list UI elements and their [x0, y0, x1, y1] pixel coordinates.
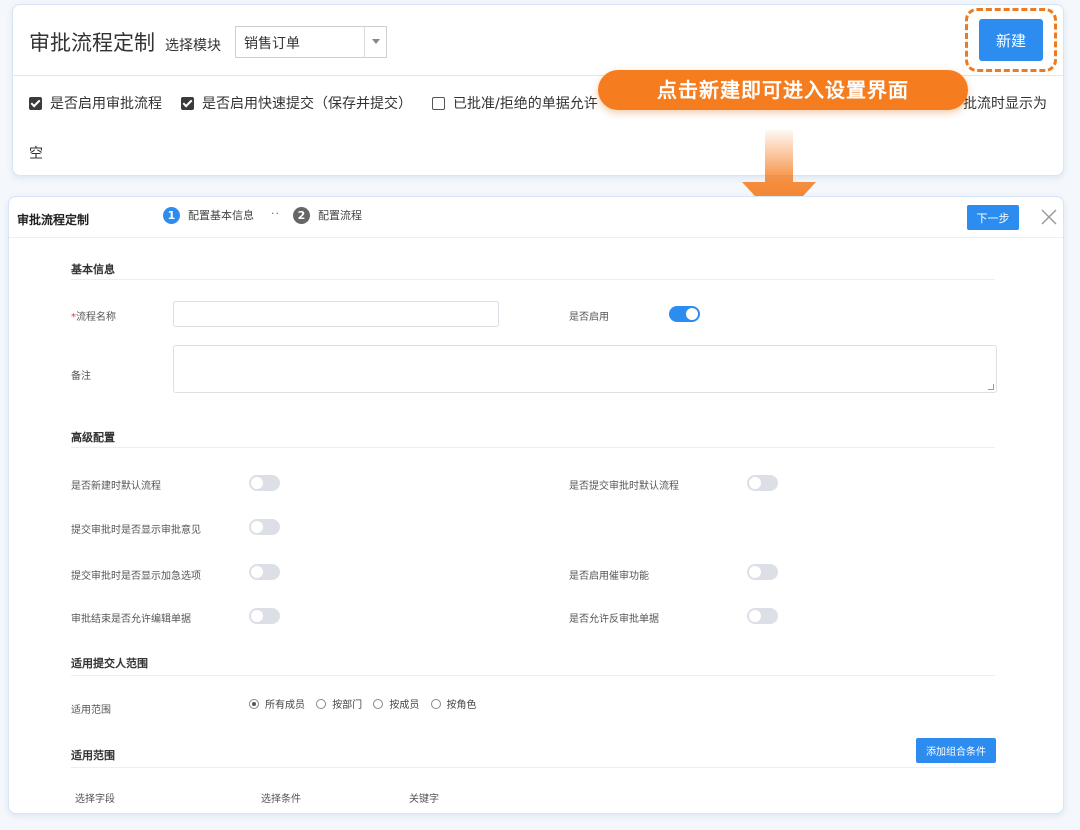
divider	[71, 447, 995, 448]
radio-unselected-icon	[373, 699, 384, 709]
section-basic-info: 基本信息	[71, 263, 115, 276]
checkbox-approved-rejected[interactable]: 已批准/拒绝的单据允许	[432, 93, 598, 115]
dialog-title: 审批流程定制	[17, 213, 90, 227]
annotation-callout: 点击新建即可进入设置界面	[598, 70, 968, 110]
step-label: 配置基本信息	[188, 209, 254, 222]
remark-textarea[interactable]	[173, 345, 997, 393]
divider	[71, 675, 995, 676]
toggle-allow-edit[interactable]	[249, 608, 280, 624]
column-header-condition: 选择条件	[261, 794, 301, 805]
section-scope: 适用范围	[71, 749, 115, 762]
radio-by-role[interactable]: 按角色	[430, 699, 477, 713]
flow-name-input[interactable]	[173, 301, 499, 327]
add-condition-button[interactable]: 添加组合条件	[916, 738, 996, 763]
module-select-toggle[interactable]	[364, 27, 386, 57]
adv-label-show-opinion: 提交审批时是否显示审批意见	[71, 525, 201, 536]
checkbox-enable-approval[interactable]: 是否启用审批流程	[29, 93, 162, 115]
adv-label-allow-edit: 审批结束是否允许编辑单据	[71, 614, 191, 625]
new-button[interactable]: 新建	[979, 19, 1043, 61]
step-number: 1	[163, 207, 180, 224]
close-icon[interactable]	[1039, 207, 1059, 227]
toggle-default-on-create[interactable]	[249, 475, 280, 491]
checkbox-label: 是否启用快速提交（保存并提交）	[202, 96, 412, 112]
toggle-allow-reverse[interactable]	[747, 608, 778, 624]
next-step-button[interactable]: 下一步	[967, 205, 1019, 230]
flow-name-label: *流程名称	[71, 312, 116, 323]
checkbox-checked-icon	[29, 97, 42, 110]
checkbox-label-continued: 空	[29, 146, 43, 162]
column-header-keyword: 关键字	[409, 794, 439, 805]
divider	[9, 237, 1063, 238]
toggle-default-on-submit[interactable]	[747, 475, 778, 491]
module-select-value: 销售订单	[244, 36, 300, 52]
chevron-down-icon	[372, 39, 380, 44]
scope-radio-group: 所有成员 按部门 按成员 按角色	[249, 699, 485, 713]
page-title: 审批流程定制	[29, 31, 155, 55]
checkbox-unchecked-icon	[432, 97, 445, 110]
checkbox-label-overflow: 批流时显示为	[963, 96, 1047, 112]
step-number: 2	[293, 207, 310, 224]
step-configure-flow[interactable]: 2 配置流程	[293, 207, 362, 225]
scope-label: 适用范围	[71, 705, 111, 716]
radio-selected-icon	[249, 699, 259, 709]
radio-unselected-icon	[316, 699, 327, 709]
enable-label: 是否启用	[569, 312, 609, 323]
checkbox-label: 是否启用审批流程	[50, 96, 162, 112]
approval-flow-dialog: 审批流程定制 1 配置基本信息 ·· 2 配置流程 下一步 基本信息 *流程名称 是…	[8, 196, 1064, 814]
radio-unselected-icon	[430, 699, 441, 709]
adv-label-default-on-submit: 是否提交审批时默认流程	[569, 481, 679, 492]
adv-label-default-on-create: 是否新建时默认流程	[71, 481, 161, 492]
toggle-show-opinion[interactable]	[249, 519, 280, 535]
radio-by-department[interactable]: 按部门	[316, 699, 362, 713]
step-separator: ··	[271, 207, 280, 220]
adv-label-allow-reverse: 是否允许反审批单据	[569, 614, 659, 625]
adv-label-enable-reminder: 是否启用催审功能	[569, 571, 649, 582]
radio-by-member[interactable]: 按成员	[373, 699, 419, 713]
section-advanced: 高级配置	[71, 431, 115, 444]
resize-handle-icon[interactable]	[988, 384, 994, 390]
toggle-show-urgent[interactable]	[249, 564, 280, 580]
checkbox-checked-icon	[181, 97, 194, 110]
divider	[71, 767, 995, 768]
step-basic-info[interactable]: 1 配置基本信息	[163, 207, 254, 225]
module-select[interactable]: 销售订单	[235, 26, 387, 58]
step-label: 配置流程	[318, 209, 362, 222]
section-submitter-scope: 适用提交人范围	[71, 657, 148, 670]
module-label: 选择模块	[165, 38, 221, 54]
remark-label: 备注	[71, 371, 91, 382]
adv-label-show-urgent: 提交审批时是否显示加急选项	[71, 571, 201, 582]
checkbox-label: 已批准/拒绝的单据允许	[453, 96, 598, 112]
column-header-field: 选择字段	[75, 794, 115, 805]
enable-toggle[interactable]	[669, 306, 700, 322]
checkbox-quick-submit[interactable]: 是否启用快速提交（保存并提交）	[181, 93, 412, 115]
divider	[71, 279, 995, 280]
radio-all-members[interactable]: 所有成员	[249, 699, 305, 713]
toggle-enable-reminder[interactable]	[747, 564, 778, 580]
